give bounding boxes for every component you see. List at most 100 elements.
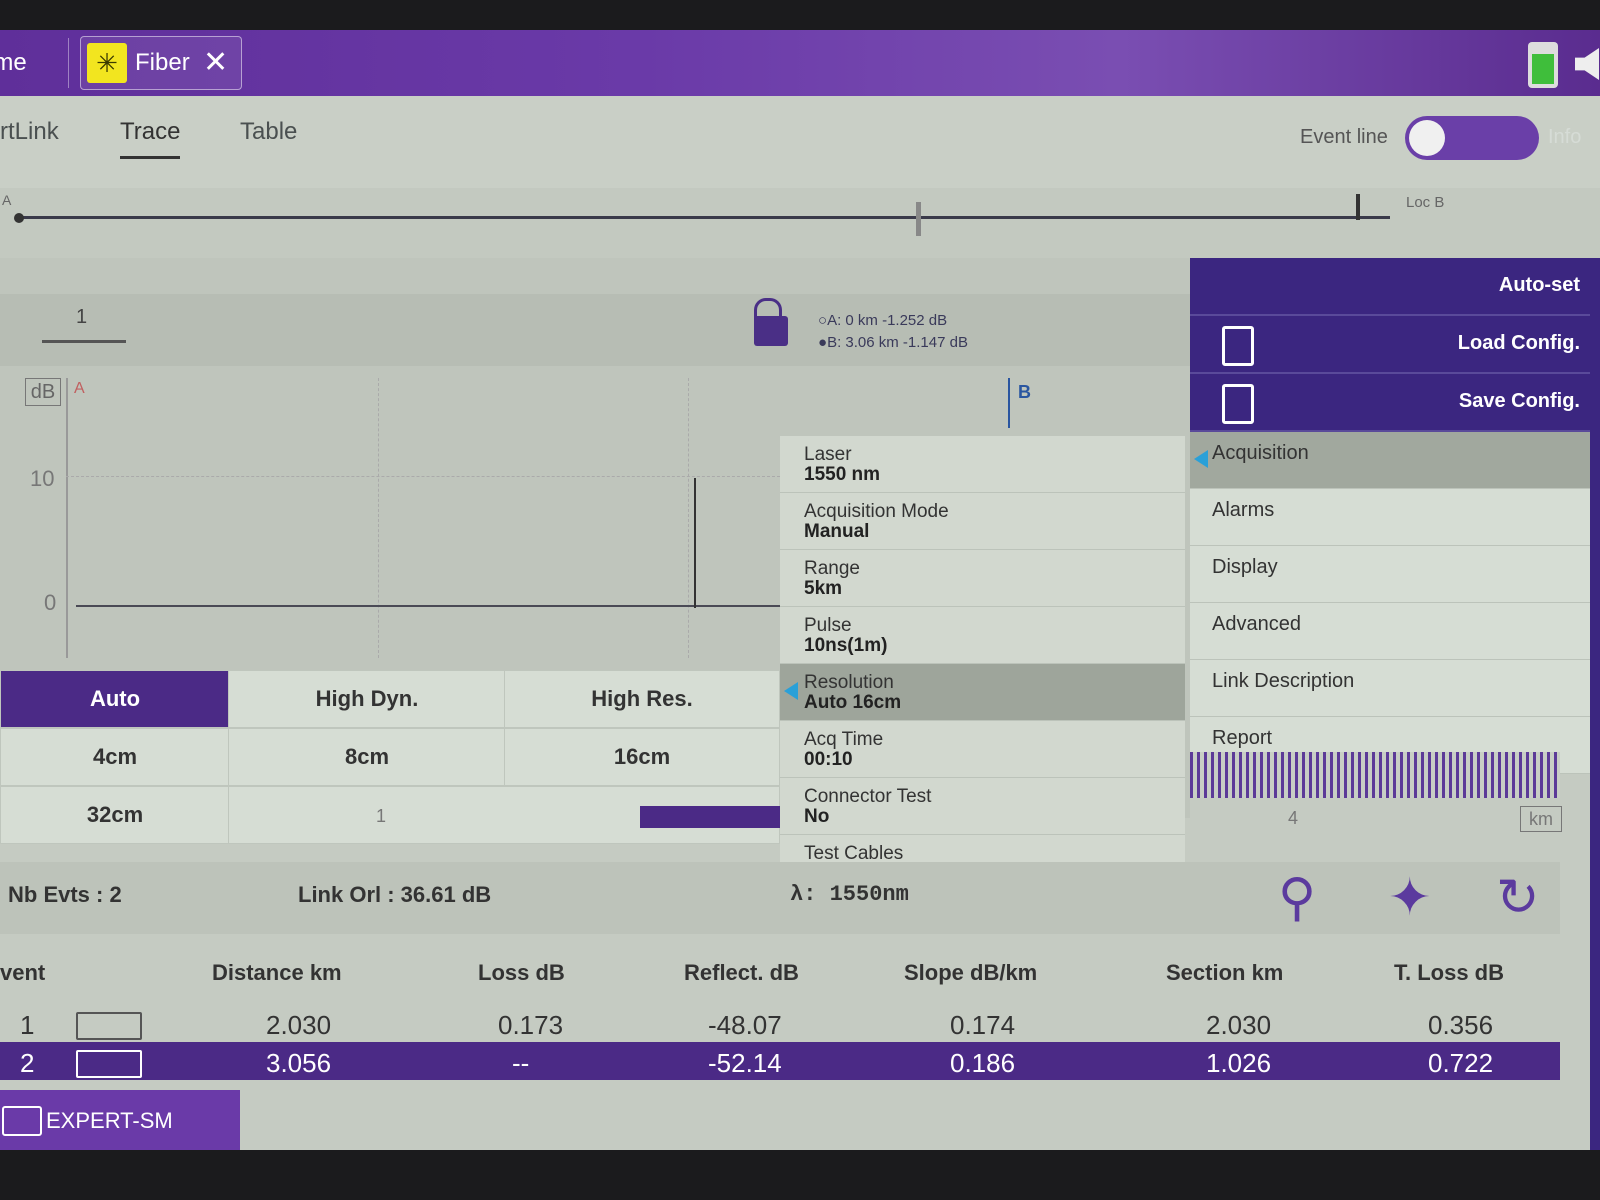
tab-smartlink[interactable]: rtLink xyxy=(0,118,59,146)
menu-alarms-label: Alarms xyxy=(1212,499,1275,521)
res-high-dyn-button[interactable]: High Dyn. xyxy=(228,670,506,728)
cell-section: 1.026 xyxy=(1206,1048,1272,1078)
trace-reflection-spike xyxy=(694,478,696,608)
overview-fiber-line xyxy=(20,216,1390,219)
menu-display-label: Display xyxy=(1212,556,1278,578)
tab-home-label: ome xyxy=(0,49,27,76)
tab-trace[interactable]: Trace xyxy=(120,118,181,159)
param-value: 00:10 xyxy=(804,749,853,770)
table-row[interactable]: 1 2.030 0.173 -48.07 0.174 2.030 0.356 xyxy=(0,1004,1560,1044)
mode-label: EXPERT-SM xyxy=(46,1108,173,1133)
event-line-toggle[interactable] xyxy=(1405,116,1539,160)
tab-fiber[interactable]: ✳ Fiber ✕ xyxy=(80,36,242,90)
close-icon[interactable]: ✕ xyxy=(203,37,228,89)
param-resolution[interactable]: Resolution Auto 16cm xyxy=(780,664,1185,721)
param-label: Pulse xyxy=(804,615,852,636)
overview-a-label: A xyxy=(2,192,12,208)
selected-arrow-icon xyxy=(1194,450,1208,468)
trace-header: 1 ○A: 0 km -1.252 dB ●B: 3.06 km -1.147 … xyxy=(0,294,1190,366)
acquisition-params: Laser 1550 nm Acquisition Mode Manual Ra… xyxy=(780,436,1185,896)
param-range[interactable]: Range 5km xyxy=(780,550,1185,607)
load-config-icon xyxy=(1222,326,1254,366)
trace-scrollbar[interactable] xyxy=(640,806,780,828)
res-4cm-button[interactable]: 4cm xyxy=(0,728,230,786)
load-config-label: Load Config. xyxy=(1457,332,1580,354)
trace-plot[interactable] xyxy=(66,378,782,658)
auto-set-button[interactable]: Auto-set xyxy=(1190,258,1600,316)
overview-locb-label: Loc B xyxy=(1406,194,1445,211)
param-label: Connector Test xyxy=(804,786,932,807)
marker-b-line[interactable] xyxy=(1008,378,1010,428)
cell-slope: 0.186 xyxy=(950,1048,1016,1078)
cell-section: 2.030 xyxy=(1206,1010,1272,1040)
cell-tloss: 0.722 xyxy=(1428,1048,1494,1078)
tab-fiber-label: Fiber xyxy=(135,49,190,76)
device-screen: ome ✳ Fiber ✕ rtLink Trace Table Event l… xyxy=(0,30,1600,1150)
auto-set-label: Auto-set xyxy=(1498,274,1580,296)
events-table: vent Distance km Loss dB Reflect. dB Slo… xyxy=(0,934,1560,1110)
mode-badge[interactable]: EXPERT-SM xyxy=(0,1090,240,1150)
res-16cm-button[interactable]: 16cm xyxy=(504,728,780,786)
x-unit-label: km xyxy=(1520,806,1562,832)
res-8cm-button[interactable]: 8cm xyxy=(228,728,506,786)
x-tick-1: 1 xyxy=(376,806,387,826)
menu-advanced-label: Advanced xyxy=(1212,613,1301,635)
battery-icon xyxy=(1528,42,1558,88)
speaker-icon[interactable] xyxy=(1575,48,1599,80)
selected-arrow-icon xyxy=(784,682,798,700)
col-tloss: T. Loss dB xyxy=(1394,960,1505,985)
menu-link-description[interactable]: Link Description xyxy=(1190,660,1600,717)
cell-event: 1 xyxy=(20,1010,35,1040)
param-pulse[interactable]: Pulse 10ns(1m) xyxy=(780,607,1185,664)
menu-alarms[interactable]: Alarms xyxy=(1190,489,1600,546)
menu-acquisition[interactable]: Acquisition xyxy=(1190,432,1600,489)
trace-tab-underline xyxy=(42,340,126,343)
menu-advanced[interactable]: Advanced xyxy=(1190,603,1600,660)
grid-line-10 xyxy=(66,476,780,478)
cell-tloss: 0.356 xyxy=(1428,1010,1494,1040)
fiber-sun-icon: ✳ xyxy=(87,43,127,83)
trace-number-tab[interactable]: 1 xyxy=(76,306,87,329)
col-reflect: Reflect. dB xyxy=(684,960,799,985)
tab-home[interactable]: ome xyxy=(0,38,69,88)
add-marker-icon[interactable]: ✦ xyxy=(1388,868,1432,928)
col-event: vent xyxy=(0,960,46,985)
link-overview[interactable]: A Loc B xyxy=(0,188,1600,258)
tab-table[interactable]: Table xyxy=(240,118,297,146)
toggle-knob xyxy=(1409,120,1445,156)
res-high-res-button[interactable]: High Res. xyxy=(504,670,780,728)
param-label: Laser xyxy=(804,444,852,465)
location-pin-icon[interactable]: ⚲ xyxy=(1278,868,1316,928)
cell-reflect: -48.07 xyxy=(708,1010,782,1040)
menu-link-description-label: Link Description xyxy=(1212,670,1355,692)
nb-events: Nb Evts : 2 xyxy=(8,882,122,907)
menu-display[interactable]: Display xyxy=(1190,546,1600,603)
overview-start-dot xyxy=(14,213,24,223)
param-laser[interactable]: Laser 1550 nm xyxy=(780,436,1185,493)
splice-event-icon xyxy=(76,1012,142,1040)
col-distance: Distance km xyxy=(212,960,342,985)
menu-acquisition-label: Acquisition xyxy=(1212,442,1309,464)
cell-event: 2 xyxy=(20,1048,35,1078)
info-label[interactable]: Info xyxy=(1548,126,1581,149)
overview-handle[interactable] xyxy=(916,202,921,236)
cell-reflect: -52.14 xyxy=(708,1048,782,1078)
refresh-icon[interactable]: ↻ xyxy=(1496,868,1540,928)
otdr-mode-icon xyxy=(2,1106,42,1136)
cell-distance: 2.030 xyxy=(266,1010,332,1040)
param-label: Acq Time xyxy=(804,729,884,750)
unlock-icon[interactable] xyxy=(754,316,788,346)
cell-loss: 0.173 xyxy=(498,1010,564,1040)
save-config-button[interactable]: Save Config. xyxy=(1190,374,1600,432)
load-config-button[interactable]: Load Config. xyxy=(1190,316,1600,374)
y-tick-10: 10 xyxy=(30,466,55,491)
param-acq-time[interactable]: Acq Time 00:10 xyxy=(780,721,1185,778)
grid-line-v2 xyxy=(688,378,690,658)
param-connector-test[interactable]: Connector Test No xyxy=(780,778,1185,835)
event-line-label: Event line xyxy=(1300,126,1388,148)
table-row-selected[interactable]: 2 3.056 -- -52.14 0.186 1.026 0.722 xyxy=(0,1042,1560,1080)
menu-report-label: Report xyxy=(1212,727,1273,749)
param-acquisition-mode[interactable]: Acquisition Mode Manual xyxy=(780,493,1185,550)
res-auto-button[interactable]: Auto xyxy=(0,670,230,728)
res-32cm-button[interactable]: 32cm xyxy=(0,786,230,844)
